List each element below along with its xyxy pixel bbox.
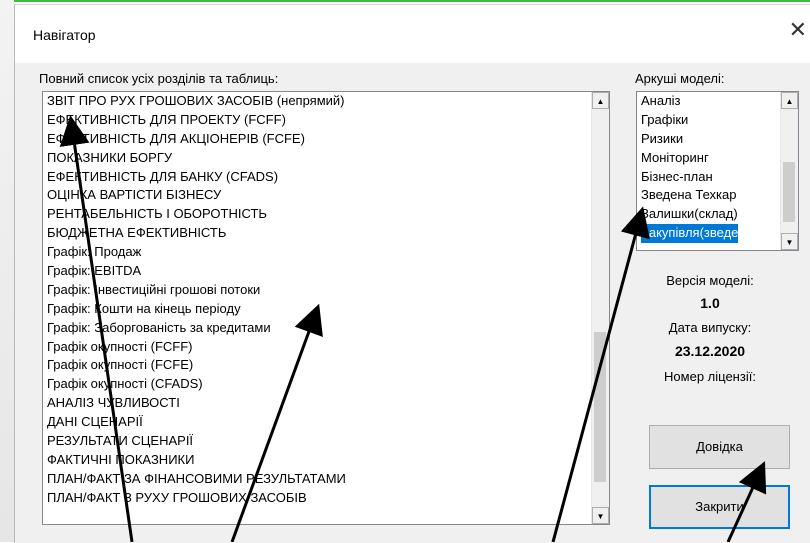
release-date-label: Дата випуску:: [668, 320, 752, 335]
help-button[interactable]: Довідка: [649, 425, 790, 469]
sections-scroll-thumb[interactable]: [594, 332, 606, 482]
sheets-list-items: Аналіз Графіки Ризики Моніторинг Бізнес-план…: [641, 92, 739, 244]
sheet-list-item[interactable]: Зведена Техкар: [641, 186, 738, 205]
sheets-listbox[interactable]: Аналіз Графіки Ризики Моніторинг Бізнес-план…: [636, 91, 799, 251]
window-title: Навігатор: [33, 27, 96, 43]
sheet-list-item[interactable]: Залишки(склад): [641, 205, 738, 224]
scroll-down-button[interactable]: ▼: [592, 507, 609, 524]
section-list-item[interactable]: Графік: Заборгованість за кредитами: [47, 319, 346, 338]
section-list-item[interactable]: ЕФЕКТИВНІСТЬ ДЛЯ АКЦІОНЕРІВ (FCFE): [47, 130, 346, 149]
section-list-item[interactable]: ЕФЕКТИВНІСТЬ ДЛЯ ПРОЕКТУ (FCFF): [47, 111, 346, 130]
section-list-item[interactable]: Графік окупності (FCFE): [47, 356, 346, 375]
section-list-item[interactable]: ПОКАЗНИКИ БОРГУ: [47, 149, 346, 168]
sheet-list-item[interactable]: Аналіз: [641, 92, 738, 111]
sheets-scroll-up-button[interactable]: ▲: [781, 92, 798, 109]
sheets-label: Аркуші моделі:: [635, 71, 725, 86]
sheets-scroll-down-button[interactable]: ▼: [781, 233, 798, 250]
sheet-list-item[interactable]: Графіки: [641, 111, 738, 130]
release-date-value: 23.12.2020: [674, 343, 746, 359]
section-list-item[interactable]: ОЦІНКА ВАРТІСТИ БІЗНЕСУ: [47, 186, 346, 205]
version-label: Версія моделі:: [666, 273, 754, 288]
section-list-item[interactable]: РЕНТАБЕЛЬНІСТЬ І ОБОРОТНІСТЬ: [47, 205, 346, 224]
navigator-dialog: Навігатор ✕ Повний список усіх розділів …: [14, 4, 810, 543]
sheet-list-item[interactable]: Бізнес-план: [641, 168, 738, 187]
sheet-list-item[interactable]: Моніторинг: [641, 149, 738, 168]
license-label: Номер ліцензії:: [664, 369, 756, 384]
section-list-item[interactable]: Графік: EBITDA: [47, 262, 346, 281]
close-icon[interactable]: ✕: [789, 19, 807, 41]
sheets-scrollbar[interactable]: ▲ ▼: [780, 92, 798, 250]
sections-scrollbar[interactable]: ▲ ▼: [591, 92, 609, 524]
top-accent-bar: [0, 0, 810, 2]
sections-listbox[interactable]: ЗВІТ ПРО РУХ ГРОШОВИХ ЗАСОБІВ (непрямий)…: [42, 91, 610, 525]
section-list-item[interactable]: Графік: Інвестиційні грошові потоки: [47, 281, 346, 300]
section-list-item[interactable]: АНАЛІЗ ЧУВЛИВОСТІ: [47, 394, 346, 413]
section-list-item[interactable]: ПЛАН/ФАКТ З РУХУ ГРОШОВИХ ЗАСОБІВ: [47, 489, 346, 508]
section-list-item[interactable]: РЕЗУЛЬТАТИ СЦЕНАРІЇ: [47, 432, 346, 451]
section-list-item[interactable]: ДАНІ СЦЕНАРІЇ: [47, 413, 346, 432]
section-list-item[interactable]: Графік окупності (CFADS): [47, 375, 346, 394]
scroll-up-button[interactable]: ▲: [592, 92, 609, 109]
background-window-edge: [0, 0, 14, 542]
section-list-item[interactable]: Графік: Кошти на кінець періоду: [47, 300, 346, 319]
sheet-list-item[interactable]: Закупівля(зведе: [641, 224, 739, 244]
sections-label: Повний список усіх розділів та таблиць:: [39, 71, 279, 86]
section-list-item[interactable]: Графік: Продаж: [47, 243, 346, 262]
close-button[interactable]: Закрити: [649, 485, 790, 529]
section-list-item[interactable]: ФАКТИЧНІ ПОКАЗНИКИ: [47, 451, 346, 470]
sections-list-items: ЗВІТ ПРО РУХ ГРОШОВИХ ЗАСОБІВ (непрямий)…: [47, 92, 346, 508]
sheet-list-item[interactable]: Ризики: [641, 130, 738, 149]
section-list-item[interactable]: Графік окупності (FCFF): [47, 338, 346, 357]
version-value: 1.0: [700, 295, 720, 311]
title-bar: Навігатор ✕: [15, 5, 810, 63]
sheets-scroll-thumb[interactable]: [783, 162, 795, 222]
section-list-item[interactable]: ЕФЕКТИВНІСТЬ ДЛЯ БАНКУ (CFADS): [47, 168, 346, 187]
section-list-item[interactable]: ПЛАН/ФАКТ ЗА ФІНАНСОВИМИ РЕЗУЛЬТАТАМИ: [47, 470, 346, 489]
section-list-item[interactable]: ЗВІТ ПРО РУХ ГРОШОВИХ ЗАСОБІВ (непрямий): [47, 92, 346, 111]
section-list-item[interactable]: БЮДЖЕТНА ЕФЕКТИВНІСТЬ: [47, 224, 346, 243]
